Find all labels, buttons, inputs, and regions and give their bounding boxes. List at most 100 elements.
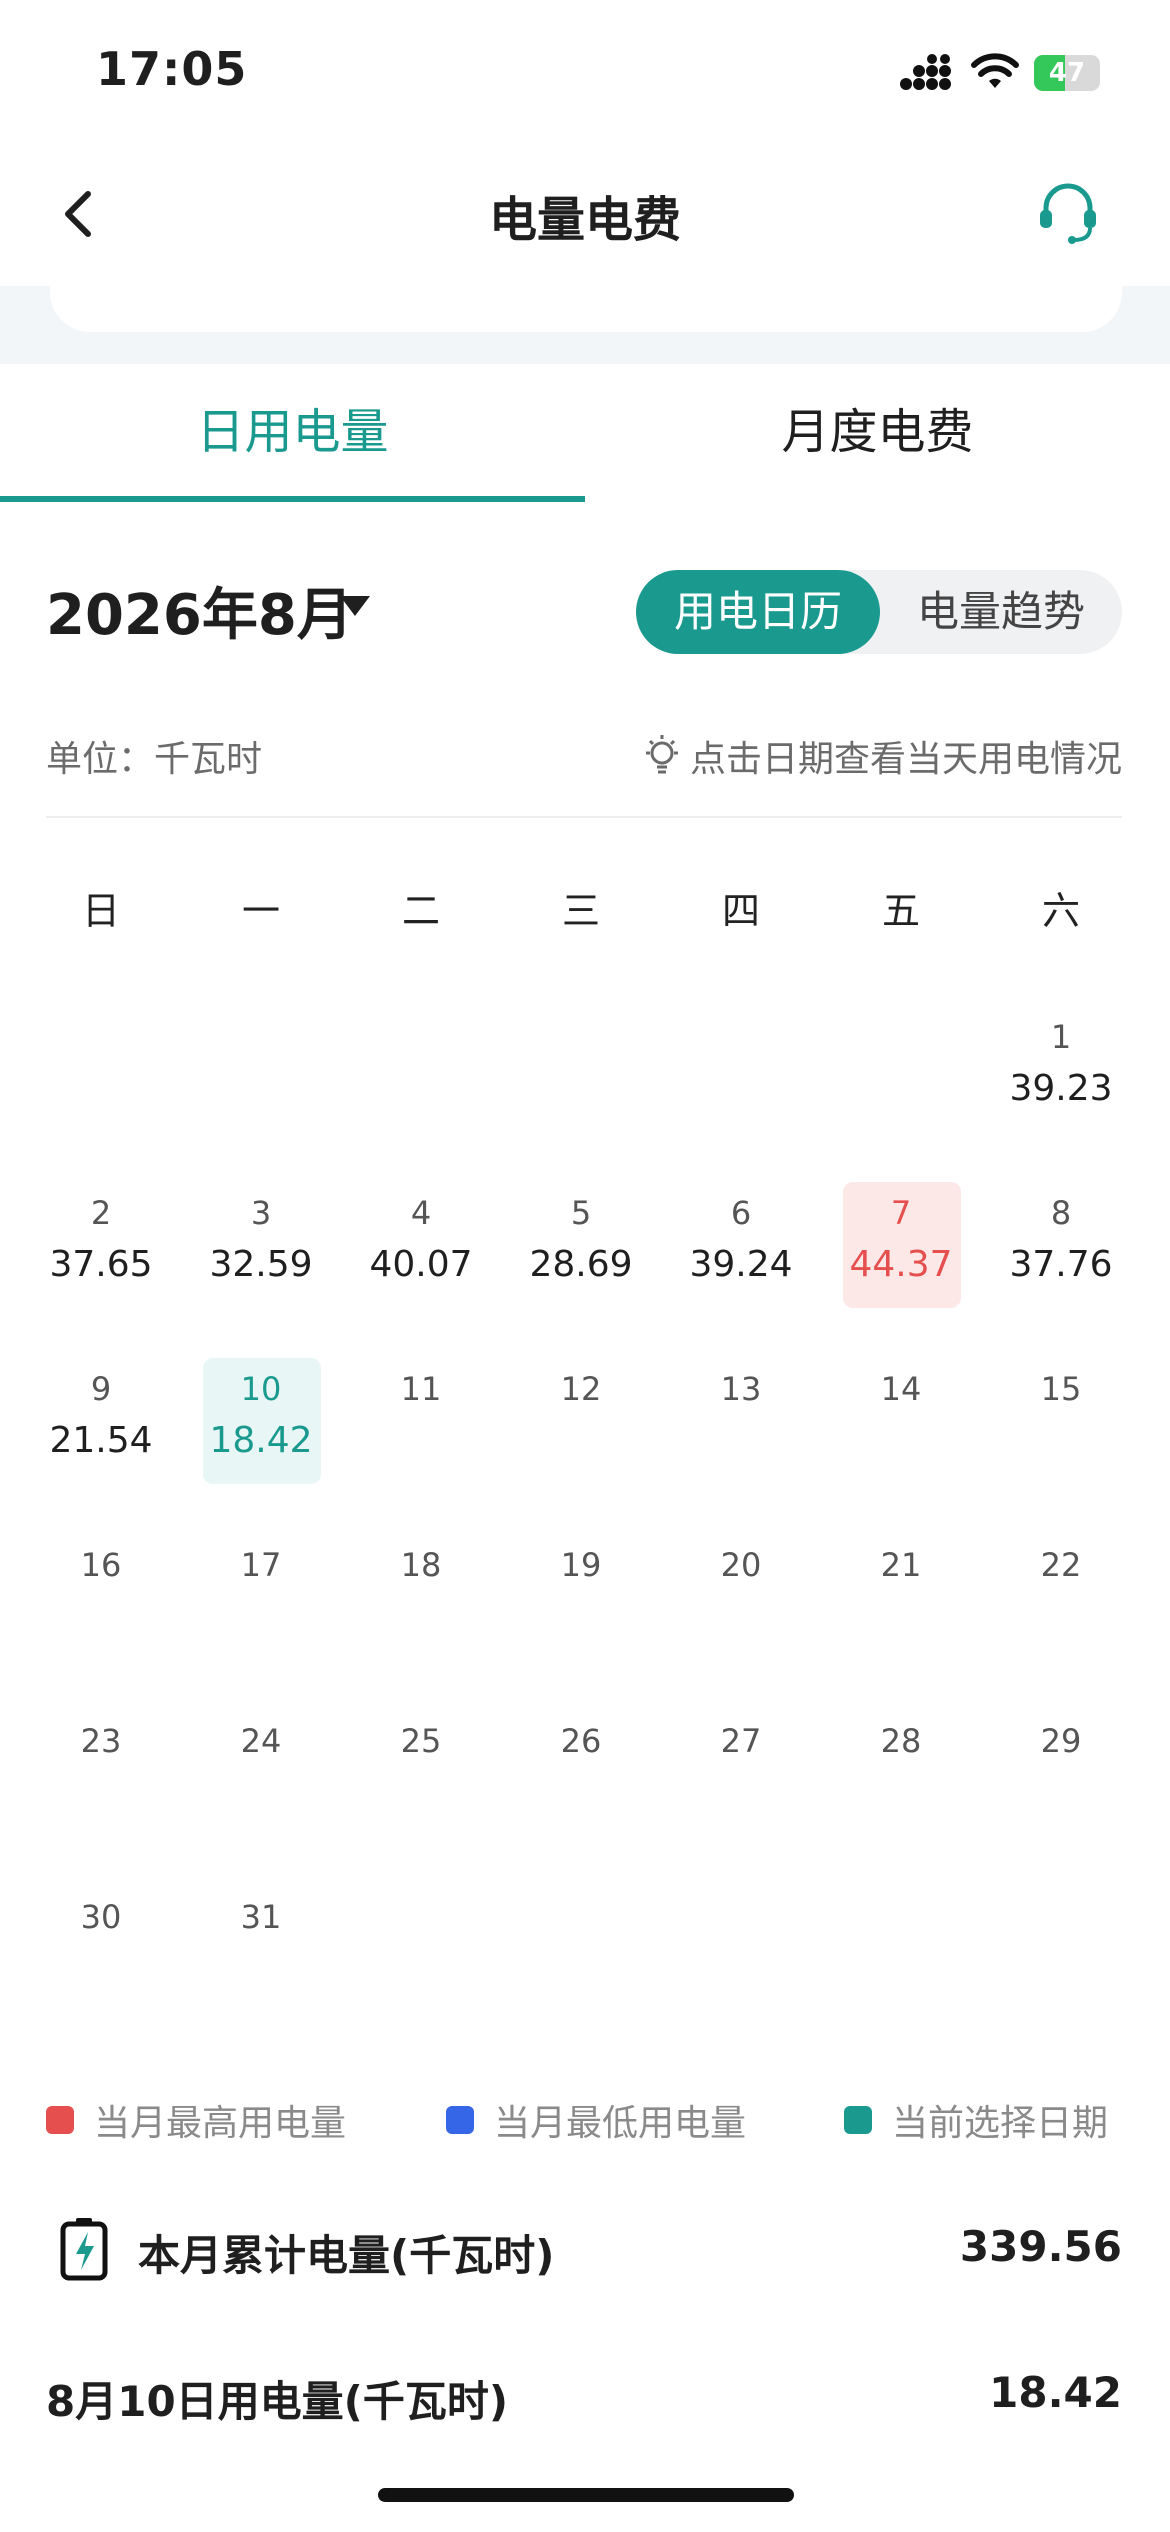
- day-number: 27: [720, 1722, 762, 1760]
- calendar-day[interactable]: 8 37.76: [981, 1182, 1141, 1312]
- calendar-day[interactable]: 28: [821, 1710, 981, 1840]
- hint-text: 点击日期查看当天用电情况: [642, 730, 1122, 782]
- legend-min: 当月最低用电量: [446, 2094, 746, 2146]
- weekday-sat: 六: [1041, 889, 1080, 933]
- day-usage-value: 21.54: [49, 1420, 153, 1461]
- calendar-day[interactable]: 27: [661, 1710, 821, 1840]
- day-number: 22: [1040, 1546, 1082, 1584]
- weekday-sun: 日: [81, 889, 120, 933]
- legend-min-label: 当月最低用电量: [494, 2103, 747, 2144]
- calendar-day[interactable]: 30: [21, 1886, 181, 2016]
- weekday-tue: 二: [401, 889, 440, 933]
- day-number: 7: [890, 1194, 912, 1232]
- home-indicator: [378, 2488, 794, 2502]
- day-number: 17: [240, 1546, 282, 1584]
- day-number: 19: [560, 1546, 602, 1584]
- chevron-down-icon[interactable]: [340, 596, 370, 616]
- unit-label: 单位：千瓦时: [46, 739, 263, 780]
- day-number: 28: [880, 1722, 922, 1760]
- day-number: 24: [240, 1722, 282, 1760]
- calendar-day[interactable]: 18: [341, 1534, 501, 1664]
- calendar-day[interactable]: 5 28.69: [501, 1182, 661, 1312]
- legend-selected-swatch: [844, 2106, 872, 2134]
- day-number: 18: [400, 1546, 442, 1584]
- legend-selected-label: 当前选择日期: [892, 2103, 1109, 2144]
- day-number: 13: [720, 1370, 762, 1408]
- calendar-day[interactable]: 25: [341, 1710, 501, 1840]
- calendar-day[interactable]: 15: [981, 1358, 1141, 1488]
- calendar-day[interactable]: 11: [341, 1358, 501, 1488]
- calendar-day[interactable]: 24: [181, 1710, 341, 1840]
- day-number: 2: [90, 1194, 112, 1232]
- month-selector[interactable]: 2026年8月: [46, 570, 353, 651]
- battery-charge-icon: [60, 2218, 108, 2281]
- day-number: 6: [730, 1194, 752, 1232]
- weekday-fri: 五: [881, 889, 920, 933]
- customer-service-icon[interactable]: [1036, 180, 1100, 246]
- legend-max: 当月最高用电量: [46, 2094, 346, 2146]
- wifi-icon: [971, 53, 1019, 88]
- calendar-day[interactable]: 17: [181, 1534, 341, 1664]
- day-number: 11: [400, 1370, 442, 1408]
- calendar-day[interactable]: 3 32.59: [181, 1182, 341, 1312]
- day-number: 1: [1050, 1018, 1072, 1056]
- day-usage-value: 39.24: [689, 1244, 793, 1285]
- day-number: 16: [80, 1546, 122, 1584]
- calendar-day[interactable]: 7 44.37: [821, 1182, 981, 1312]
- battery-level: 47: [1048, 58, 1086, 88]
- day-number: 14: [880, 1370, 922, 1408]
- selected-day-label: 8月10日用电量(千瓦时): [46, 2377, 509, 2426]
- calendar-day[interactable]: 1 39.23: [981, 1006, 1141, 1136]
- calendar-day[interactable]: 22: [981, 1534, 1141, 1664]
- day-number: 25: [400, 1722, 442, 1760]
- battery-icon: 47: [1034, 55, 1100, 91]
- day-number: 12: [560, 1370, 602, 1408]
- calendar-day[interactable]: 23: [21, 1710, 181, 1840]
- day-usage-value: 40.07: [369, 1244, 473, 1285]
- calendar-day[interactable]: 9 21.54: [21, 1358, 181, 1488]
- calendar-day[interactable]: 31: [181, 1886, 341, 2016]
- weekday-mon: 一: [241, 889, 280, 933]
- day-usage-value: 44.37: [849, 1244, 953, 1285]
- calendar-day[interactable]: 29: [981, 1710, 1141, 1840]
- legend-min-swatch: [446, 2106, 474, 2134]
- day-number: 29: [1040, 1722, 1082, 1760]
- day-number: 9: [90, 1370, 112, 1408]
- calendar-day[interactable]: 21: [821, 1534, 981, 1664]
- view-toggle: 用电日历 电量趋势: [636, 570, 1122, 654]
- calendar-day[interactable]: 2 37.65: [21, 1182, 181, 1312]
- day-usage-value: 18.42: [209, 1420, 313, 1461]
- day-number: 5: [570, 1194, 592, 1232]
- calendar-day[interactable]: 16: [21, 1534, 181, 1664]
- calendar-day[interactable]: 20: [661, 1534, 821, 1664]
- calendar-day[interactable]: 26: [501, 1710, 661, 1840]
- day-usage-value: 28.69: [529, 1244, 633, 1285]
- calendar-day[interactable]: 12: [501, 1358, 661, 1488]
- page-title: 电量电费: [488, 192, 681, 248]
- day-number: 10: [240, 1370, 282, 1408]
- weekday-thu: 四: [721, 889, 760, 933]
- legend-max-swatch: [46, 2106, 74, 2134]
- top-card-edge: [50, 280, 1122, 332]
- day-number: 8: [1050, 1194, 1072, 1232]
- day-number: 4: [410, 1194, 432, 1232]
- divider: [46, 816, 1122, 818]
- toggle-calendar-view[interactable]: 用电日历: [636, 570, 880, 654]
- calendar-day[interactable]: 6 39.24: [661, 1182, 821, 1312]
- lightbulb-icon: [645, 735, 678, 774]
- monthly-total-value: 339.56: [959, 2222, 1122, 2271]
- calendar-day[interactable]: 4 40.07: [341, 1182, 501, 1312]
- status-time: 17:05: [96, 42, 248, 96]
- weekday-wed: 三: [561, 889, 600, 933]
- legend-selected: 当前选择日期: [844, 2094, 1108, 2146]
- day-number: 15: [1040, 1370, 1082, 1408]
- toggle-trend-view[interactable]: 电量趋势: [880, 570, 1122, 654]
- calendar-day[interactable]: 14: [821, 1358, 981, 1488]
- day-usage-value: 37.76: [1009, 1244, 1113, 1285]
- day-number: 26: [560, 1722, 602, 1760]
- calendar-day[interactable]: 13: [661, 1358, 821, 1488]
- calendar-day[interactable]: 19: [501, 1534, 661, 1664]
- tab-daily-usage[interactable]: 日用电量: [0, 392, 585, 462]
- tab-monthly-fee[interactable]: 月度电费: [585, 392, 1170, 462]
- calendar-day[interactable]: 10 18.42: [181, 1358, 341, 1488]
